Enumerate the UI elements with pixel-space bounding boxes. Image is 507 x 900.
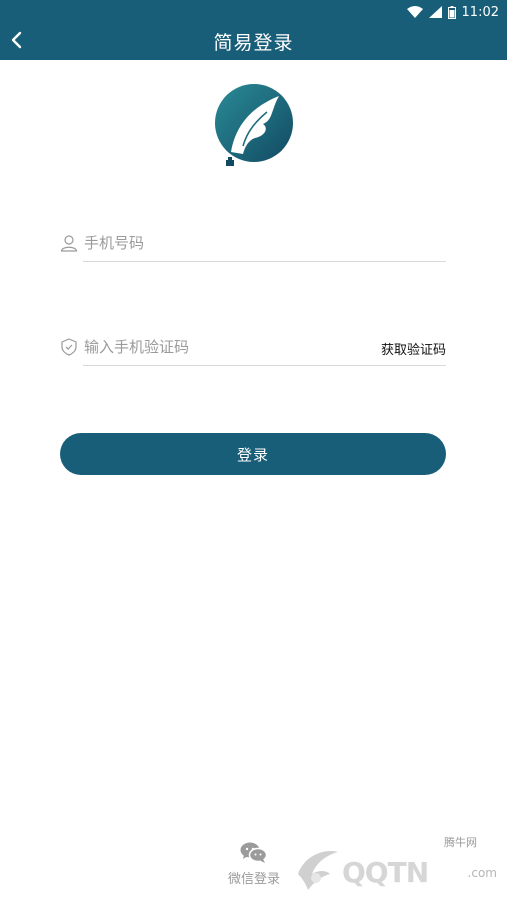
status-bar: 11:02 bbox=[406, 2, 499, 22]
watermark: 腾牛网 QQTN .com bbox=[294, 834, 499, 894]
app-header: 11:02 简易登录 bbox=[0, 0, 507, 60]
wechat-login-label: 微信登录 bbox=[227, 872, 280, 887]
code-field: 获取验证码 bbox=[60, 330, 446, 366]
watermark-brand: QQTN bbox=[342, 856, 429, 889]
code-input[interactable] bbox=[84, 336, 344, 358]
status-time: 11:02 bbox=[461, 4, 499, 20]
battery-icon bbox=[447, 5, 456, 19]
app-logo bbox=[215, 84, 293, 166]
watermark-domain: .com bbox=[467, 866, 497, 880]
wechat-login-button[interactable]: 微信登录 bbox=[222, 842, 286, 892]
page-title: 简易登录 bbox=[213, 32, 294, 54]
watermark-site-name: 腾牛网 bbox=[444, 836, 477, 849]
get-code-button[interactable]: 获取验证码 bbox=[381, 339, 446, 358]
shield-check-icon bbox=[61, 338, 77, 356]
code-underline bbox=[83, 365, 446, 366]
wifi-icon bbox=[406, 6, 423, 18]
wechat-icon bbox=[240, 842, 268, 863]
phone-input[interactable] bbox=[84, 232, 424, 254]
phone-field bbox=[60, 226, 446, 262]
login-button[interactable]: 登录 bbox=[60, 433, 446, 475]
signal-icon bbox=[428, 6, 442, 18]
phone-underline bbox=[83, 261, 446, 262]
watermark-logo-icon bbox=[298, 850, 338, 890]
user-icon bbox=[60, 235, 78, 252]
